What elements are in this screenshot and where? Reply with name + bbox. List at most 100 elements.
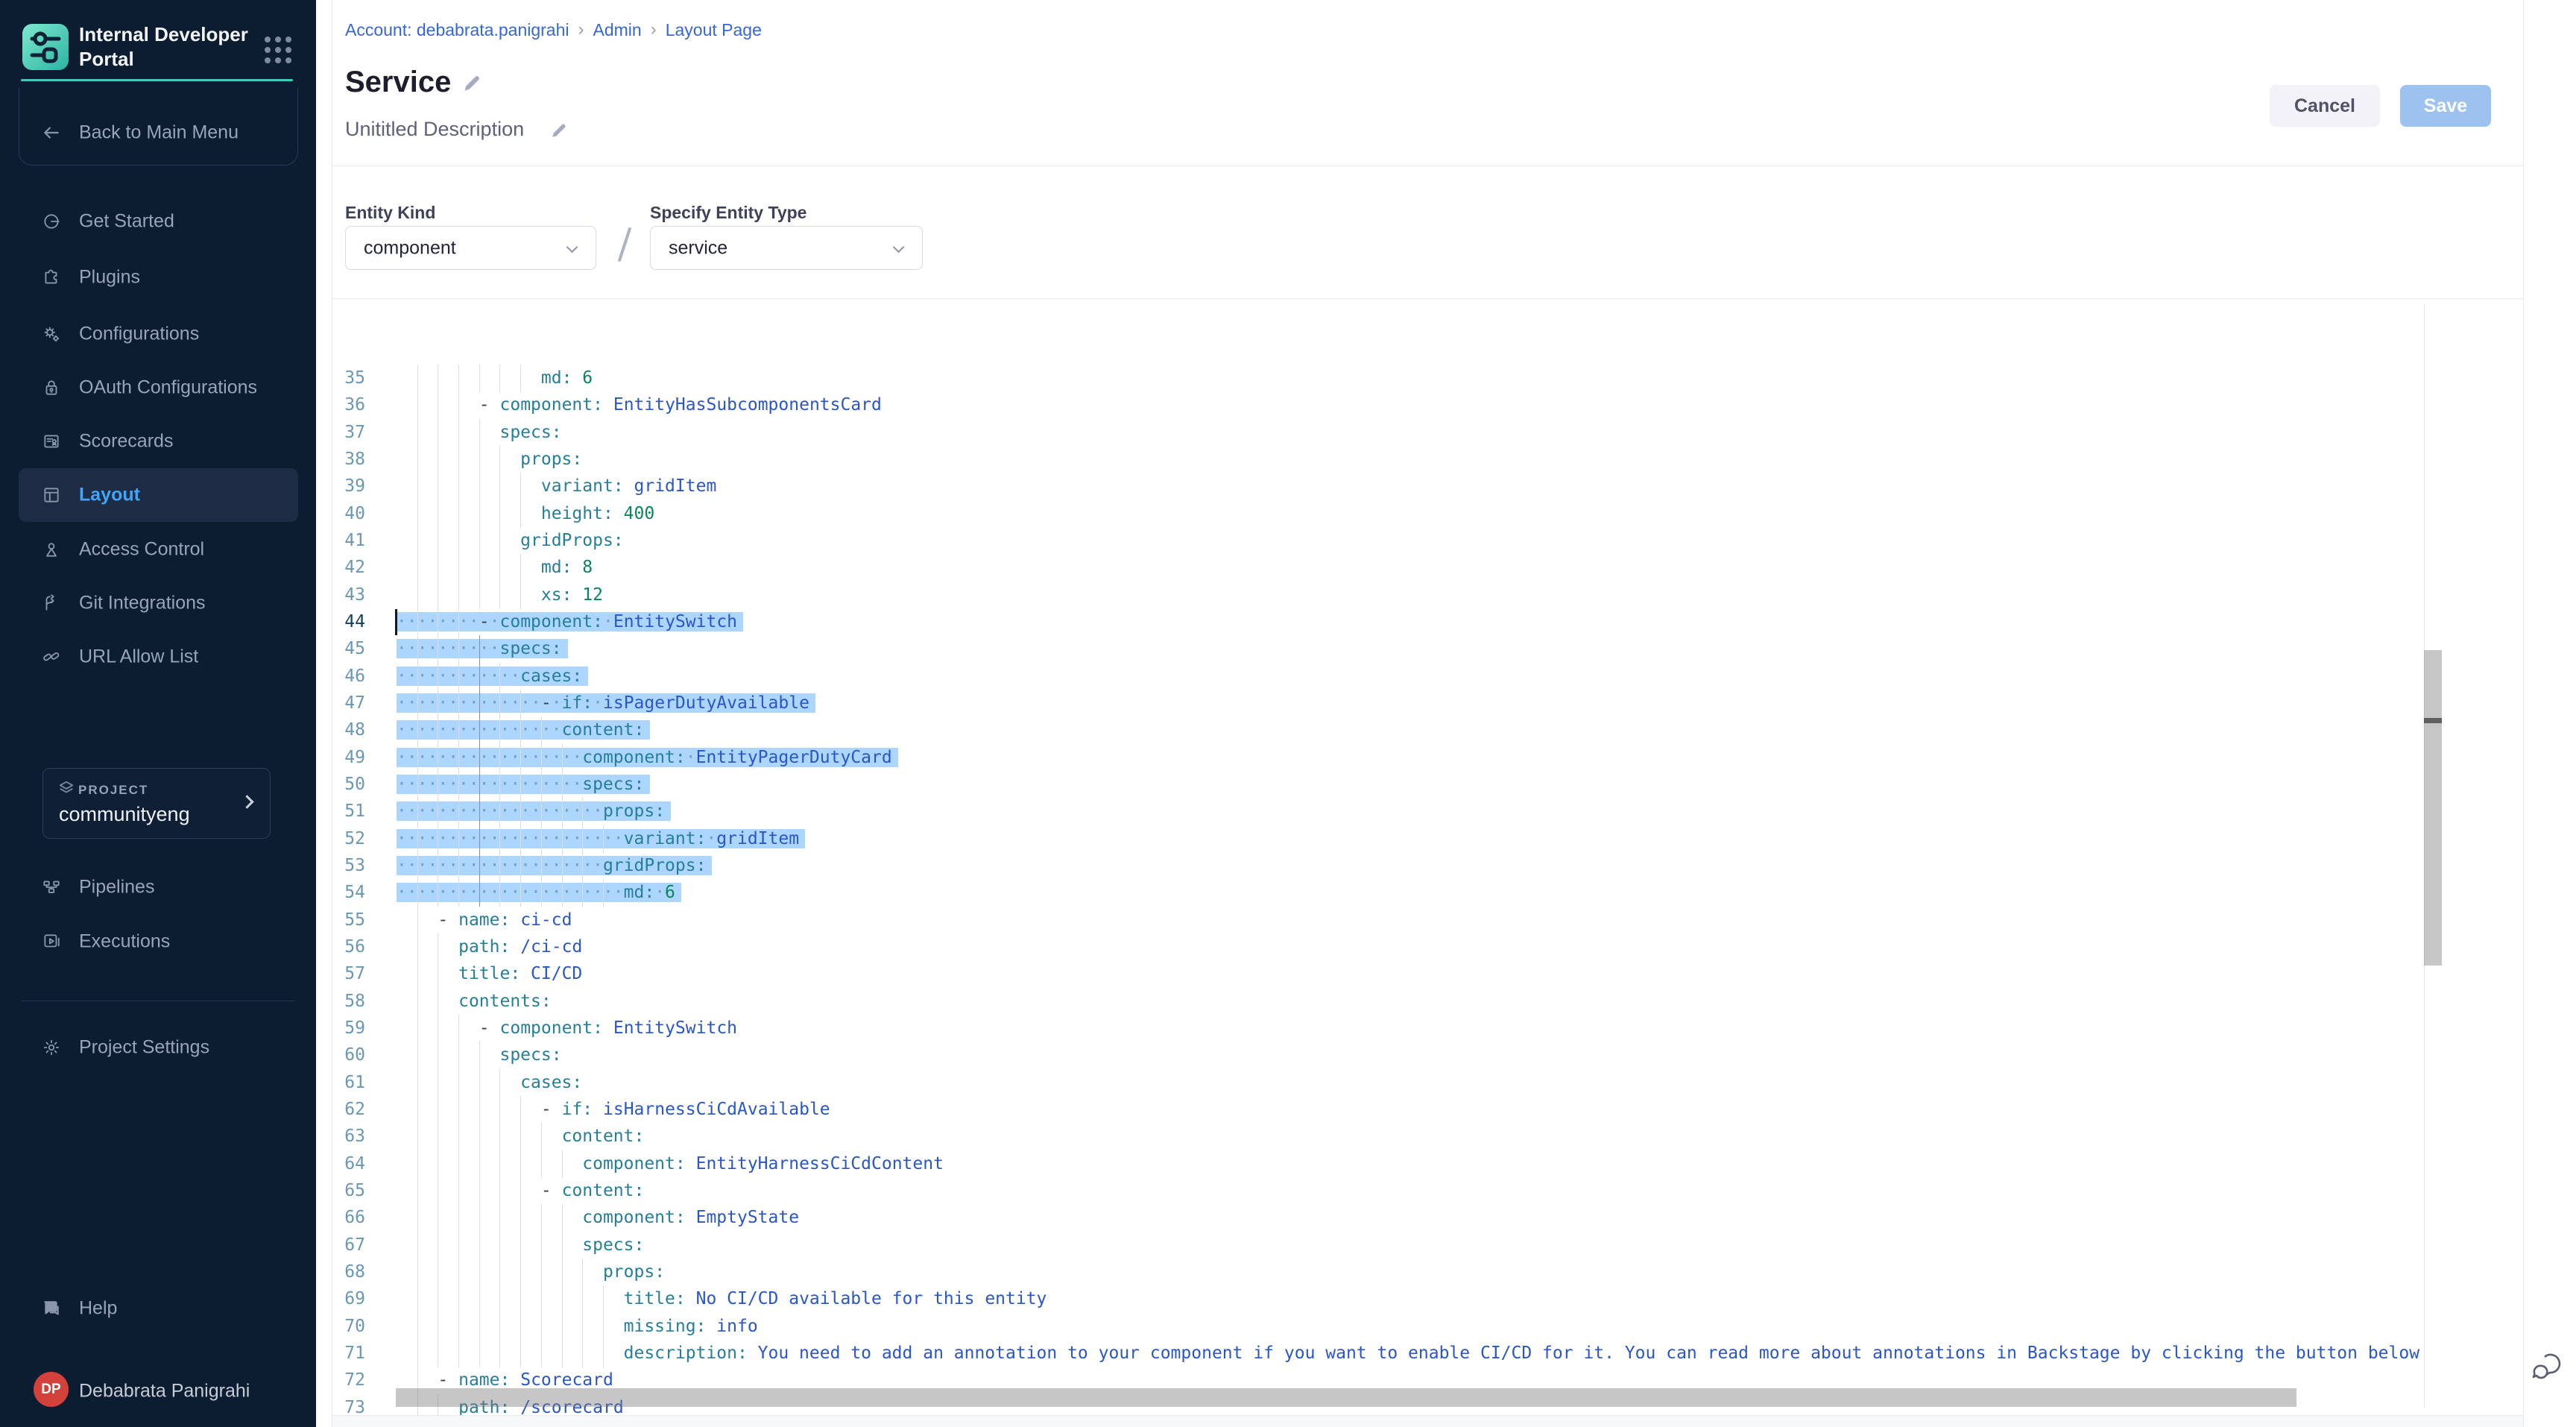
code-line-45[interactable]: 45··········specs:	[332, 635, 2443, 663]
cancel-button[interactable]: Cancel	[2270, 85, 2380, 127]
code-line-46[interactable]: 46············cases:	[332, 663, 2443, 690]
breadcrumb-link-1[interactable]: Admin	[593, 20, 642, 40]
horizontal-scrollbar-thumb[interactable]	[396, 1388, 2296, 1407]
sidebar-item-executions[interactable]: Executions	[19, 915, 298, 968]
code-line-41[interactable]: 41 gridProps:	[332, 527, 2443, 555]
code-line-49[interactable]: 49··················component:·EntityPag…	[332, 744, 2443, 772]
save-button[interactable]: Save	[2400, 85, 2491, 127]
page-title: Service	[345, 66, 451, 99]
code-line-text: md: 6	[397, 365, 593, 391]
support-chat-icon[interactable]	[2531, 1349, 2566, 1384]
sidebar-item-get-started[interactable]: Get Started	[19, 195, 298, 248]
code-line-55[interactable]: 55 - name: ci-cd	[332, 907, 2443, 934]
vertical-scrollbar-thumb[interactable]	[2424, 650, 2442, 965]
person-icon	[42, 540, 61, 559]
yaml-code-editor[interactable]: 35 md: 636 - component: EntityHasSubcomp…	[332, 304, 2443, 1415]
sidebar-item-help[interactable]: ? Help	[19, 1282, 298, 1335]
code-line-37[interactable]: 37 specs:	[332, 419, 2443, 447]
sidebar-item-oauth-configurations[interactable]: OAuth Configurations	[19, 361, 298, 415]
active-indent-guide	[479, 798, 480, 825]
code-line-53[interactable]: 53····················gridProps:	[332, 852, 2443, 880]
app-grid-icon[interactable]	[262, 34, 294, 66]
sidebar-item-url-allow-list[interactable]: URL Allow List	[19, 630, 298, 684]
code-line-65[interactable]: 65 - content:	[332, 1177, 2443, 1205]
indent-guide	[417, 473, 418, 500]
code-line-58[interactable]: 58 contents:	[332, 988, 2443, 1015]
code-line-54[interactable]: 54······················md:·6	[332, 879, 2443, 907]
entity-type-dropdown[interactable]: service	[650, 226, 923, 270]
code-line-56[interactable]: 56 path: /ci-cd	[332, 933, 2443, 961]
code-line-63[interactable]: 63 content:	[332, 1123, 2443, 1150]
indent-guide	[541, 1259, 542, 1286]
code-line-text: missing: info	[397, 1313, 758, 1340]
code-line-40[interactable]: 40 height: 400	[332, 500, 2443, 528]
code-line-text: - if: isHarnessCiCdAvailable	[397, 1096, 830, 1123]
indent-guide	[479, 1042, 480, 1069]
indent-guide	[562, 771, 563, 798]
indent-guide	[520, 1177, 521, 1205]
code-line-52[interactable]: 52······················variant:·gridIte…	[332, 825, 2443, 853]
sidebar-item-scorecards[interactable]: Scorecards	[19, 415, 298, 468]
user-menu[interactable]: DP Debabrata Panigrahi	[34, 1372, 302, 1411]
indent-guide	[479, 554, 480, 582]
breadcrumb-link-0[interactable]: Account: debabrata.panigrahi	[345, 20, 569, 40]
breadcrumb-link-2[interactable]: Layout Page	[666, 20, 762, 40]
code-line-71[interactable]: 71 description: You need to add an annot…	[332, 1340, 2443, 1367]
line-number: 35	[332, 365, 365, 391]
code-line-59[interactable]: 59 - component: EntitySwitch	[332, 1015, 2443, 1042]
indent-guide	[520, 473, 521, 500]
sidebar-item-access-control[interactable]: Access Control	[19, 523, 298, 576]
sidebar-item-pipelines[interactable]: Pipelines	[19, 860, 298, 914]
line-number: 46	[332, 663, 365, 690]
code-line-38[interactable]: 38 props:	[332, 446, 2443, 473]
code-line-62[interactable]: 62 - if: isHarnessCiCdAvailable	[332, 1096, 2443, 1124]
code-line-text: description: You need to add an annotati…	[397, 1340, 2419, 1367]
code-line-43[interactable]: 43 xs: 12	[332, 582, 2443, 609]
brand-title: Internal Developer Portal	[79, 22, 264, 72]
code-line-44[interactable]: 44········-·component:·EntitySwitch	[332, 608, 2443, 636]
edit-title-pencil-icon[interactable]	[462, 72, 483, 93]
code-line-48[interactable]: 48················content:	[332, 716, 2443, 744]
sidebar-item-project-settings[interactable]: Project Settings	[19, 1021, 298, 1074]
indent-guide	[417, 527, 418, 555]
code-line-text: gridProps:	[397, 527, 624, 554]
code-line-text: md: 8	[397, 554, 593, 581]
code-line-42[interactable]: 42 md: 8	[332, 554, 2443, 582]
indent-guide	[417, 391, 418, 419]
indent-guide	[417, 1313, 418, 1341]
breadcrumb: Account: debabrata.panigrahi›Admin›Layou…	[345, 19, 762, 40]
sidebar-item-configurations[interactable]: Configurations	[19, 307, 298, 361]
code-line-64[interactable]: 64 component: EntityHarnessCiCdContent	[332, 1150, 2443, 1178]
code-line-61[interactable]: 61 cases:	[332, 1069, 2443, 1097]
code-line-66[interactable]: 66 component: EmptyState	[332, 1204, 2443, 1232]
sidebar-item-plugins[interactable]: Plugins	[19, 251, 298, 304]
code-line-47[interactable]: 47··············-·if:·isPagerDutyAvailab…	[332, 690, 2443, 717]
code-line-text: height: 400	[397, 500, 654, 527]
project-selector[interactable]: PROJECT communityeng	[42, 768, 271, 839]
code-line-69[interactable]: 69 title: No CI/CD available for this en…	[332, 1285, 2443, 1313]
code-line-67[interactable]: 67 specs:	[332, 1232, 2443, 1259]
edit-description-pencil-icon[interactable]	[550, 121, 569, 139]
code-line-70[interactable]: 70 missing: info	[332, 1313, 2443, 1341]
sidebar-item-layout[interactable]: Layout	[19, 468, 298, 522]
indent-guide	[603, 1313, 604, 1341]
indent-guide	[541, 1150, 542, 1178]
line-number: 50	[332, 771, 365, 798]
code-line-39[interactable]: 39 variant: gridItem	[332, 473, 2443, 500]
entity-kind-dropdown[interactable]: component	[345, 226, 596, 270]
line-number: 55	[332, 907, 365, 933]
indent-guide	[499, 1285, 500, 1313]
code-line-36[interactable]: 36 - component: EntityHasSubcomponentsCa…	[332, 391, 2443, 419]
code-line-68[interactable]: 68 props:	[332, 1259, 2443, 1286]
code-line-35[interactable]: 35 md: 6	[332, 365, 2443, 392]
code-line-60[interactable]: 60 specs:	[332, 1042, 2443, 1069]
code-line-51[interactable]: 51····················props:	[332, 798, 2443, 825]
code-line-50[interactable]: 50··················specs:	[332, 771, 2443, 798]
sidebar-item-git-integrations[interactable]: Git Integrations	[19, 576, 298, 630]
code-line-text: - component: EntitySwitch	[397, 1015, 737, 1042]
indent-guide	[541, 1232, 542, 1259]
indent-guide	[562, 798, 563, 825]
indent-guide	[479, 365, 480, 392]
code-line-57[interactable]: 57 title: CI/CD	[332, 960, 2443, 988]
text-cursor	[395, 609, 397, 635]
